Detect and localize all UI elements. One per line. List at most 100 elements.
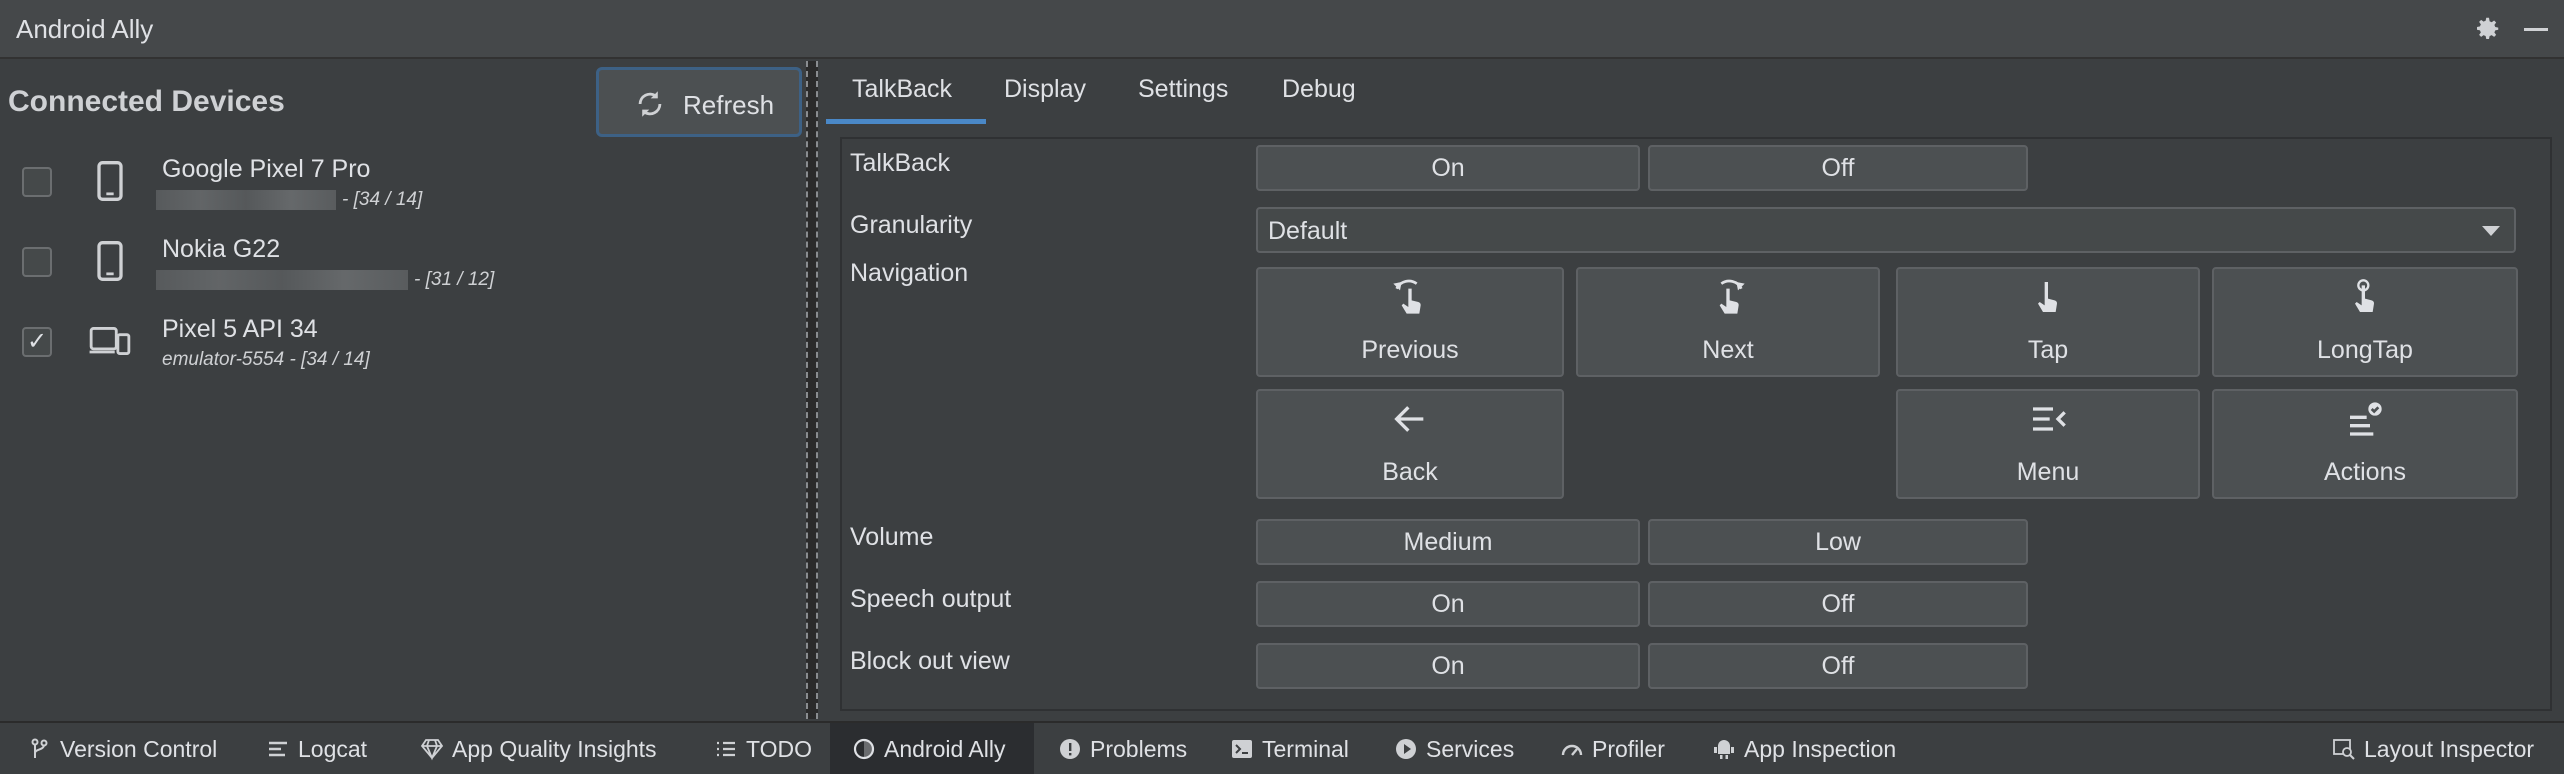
ally-icon bbox=[853, 738, 875, 760]
toolwindow-label: Profiler bbox=[1592, 736, 1665, 762]
granularity-select[interactable]: Default bbox=[1256, 207, 2516, 253]
device-api: - [34 / 14] bbox=[342, 189, 423, 210]
device-row[interactable]: Google Pixel 7 Pro - [34 / 14] bbox=[0, 149, 806, 219]
toolwindow-services[interactable]: Services bbox=[1394, 723, 1534, 774]
talkback-off-label: Off bbox=[1821, 154, 1855, 182]
gear-icon[interactable] bbox=[2472, 14, 2502, 44]
tap-label: Tap bbox=[2027, 336, 2069, 364]
toolwindow-app-inspection[interactable]: App Inspection bbox=[1712, 723, 1912, 774]
toolwindow-todo[interactable]: TODO bbox=[714, 723, 824, 774]
toolwindow-label: App Quality Insights bbox=[452, 736, 657, 762]
next-button[interactable]: Next bbox=[1576, 267, 1880, 377]
device-row[interactable]: ✓ Pixel 5 API 34 emulator-5554 - [34 / 1… bbox=[0, 309, 806, 379]
back-button[interactable]: Back bbox=[1256, 389, 1564, 499]
speech-on-button[interactable]: On bbox=[1256, 581, 1640, 627]
granularity-value: Default bbox=[1268, 217, 1348, 245]
talkback-off-button[interactable]: Off bbox=[1648, 145, 2028, 191]
volume-low-label: Low bbox=[1815, 528, 1861, 556]
tool-window-header: Android Ally bbox=[0, 0, 2564, 59]
block-on-button[interactable]: On bbox=[1256, 643, 1640, 689]
menu-label: Menu bbox=[2016, 458, 2080, 486]
list-icon bbox=[717, 741, 735, 757]
toolwindow-layout-inspector[interactable]: Layout Inspector bbox=[2332, 723, 2552, 774]
device-api: - [34 / 14] bbox=[289, 349, 370, 370]
device-api: - [31 / 12] bbox=[414, 269, 495, 290]
volume-medium-button[interactable]: Medium bbox=[1256, 519, 1640, 565]
swipe-right-icon bbox=[1719, 279, 1745, 314]
toolwindow-label: Version Control bbox=[60, 736, 218, 762]
redacted-serial bbox=[156, 189, 336, 210]
actions-label: Actions bbox=[2324, 458, 2406, 486]
tab-talkback[interactable]: TalkBack bbox=[852, 75, 952, 104]
tab-debug[interactable]: Debug bbox=[1282, 75, 1356, 104]
window-title: Android Ally bbox=[16, 14, 154, 44]
volume-medium-label: Medium bbox=[1403, 528, 1493, 556]
device-checkbox[interactable]: ✓ bbox=[22, 327, 52, 357]
connected-devices-heading: Connected Devices bbox=[8, 85, 285, 118]
navigation-label: Navigation bbox=[850, 259, 969, 287]
toolwindow-terminal[interactable]: Terminal bbox=[1230, 723, 1380, 774]
device-checkbox[interactable] bbox=[22, 167, 52, 197]
speech-off-label: Off bbox=[1821, 590, 1855, 618]
layout-inspector-icon bbox=[2333, 739, 2355, 760]
actions-icon bbox=[2350, 402, 2382, 436]
chevron-down-icon bbox=[2482, 226, 2500, 236]
toolwindow-problems[interactable]: Problems bbox=[1058, 723, 1208, 774]
granularity-label: Granularity bbox=[850, 211, 973, 239]
diamond-icon bbox=[420, 739, 444, 761]
toolwindow-profiler[interactable]: Profiler bbox=[1560, 723, 1690, 774]
device-serial-text: emulator-5554 bbox=[162, 349, 285, 370]
tap-button[interactable]: Tap bbox=[1896, 267, 2200, 377]
terminal-icon bbox=[1232, 740, 1252, 758]
device-name: Nokia G22 bbox=[162, 235, 281, 263]
toolwindow-label: Problems bbox=[1090, 736, 1188, 762]
device-checkbox[interactable] bbox=[22, 247, 52, 277]
active-tab-indicator bbox=[826, 119, 986, 124]
phone-icon bbox=[97, 161, 123, 201]
block-out-view-label: Block out view bbox=[850, 647, 1010, 675]
speech-off-button[interactable]: Off bbox=[1648, 581, 2028, 627]
speech-output-label: Speech output bbox=[850, 585, 1012, 613]
block-off-button[interactable]: Off bbox=[1648, 643, 2028, 689]
device-row[interactable]: Nokia G22 - [31 / 12] bbox=[0, 229, 806, 299]
minimize-icon[interactable] bbox=[2524, 28, 2548, 31]
device-name: Pixel 5 API 34 bbox=[162, 315, 318, 343]
phone-icon bbox=[97, 241, 123, 281]
problems-icon bbox=[1060, 739, 1080, 759]
volume-label: Volume bbox=[850, 523, 934, 551]
volume-low-button[interactable]: Low bbox=[1648, 519, 2028, 565]
toolwindow-version-control[interactable]: Version Control bbox=[28, 723, 228, 774]
toolwindow-app-quality-insights[interactable]: App Quality Insights bbox=[420, 723, 680, 774]
tab-display[interactable]: Display bbox=[1004, 75, 1086, 104]
talkback-on-button[interactable]: On bbox=[1256, 145, 1640, 191]
next-label: Next bbox=[1702, 336, 1754, 364]
device-serial: - [34 / 14] bbox=[156, 189, 422, 211]
block-on-label: On bbox=[1431, 652, 1465, 680]
toolwindow-logcat[interactable]: Logcat bbox=[266, 723, 376, 774]
block-off-label: Off bbox=[1821, 652, 1855, 680]
refresh-icon bbox=[638, 91, 662, 117]
arrow-left-icon bbox=[1394, 406, 1424, 432]
toolwindow-label: Terminal bbox=[1262, 736, 1349, 762]
speech-on-label: On bbox=[1431, 590, 1465, 618]
menu-button[interactable]: Menu bbox=[1896, 389, 2200, 499]
toolwindow-android-ally[interactable]: Android Ally bbox=[830, 723, 1034, 774]
toolwindow-label: Android Ally bbox=[884, 736, 1006, 762]
refresh-button[interactable]: Refresh bbox=[596, 67, 802, 137]
tab-settings[interactable]: Settings bbox=[1138, 75, 1228, 104]
logcat-icon bbox=[269, 741, 287, 757]
talkback-content: TalkBack On Off Granularity Default Navi… bbox=[840, 137, 2552, 711]
previous-label: Previous bbox=[1361, 336, 1459, 364]
toolwindow-label: Layout Inspector bbox=[2364, 736, 2535, 762]
talkback-label: TalkBack bbox=[850, 149, 951, 177]
longtap-button[interactable]: LongTap bbox=[2212, 267, 2518, 377]
checkmark-icon: ✓ bbox=[27, 328, 48, 355]
talkback-on-label: On bbox=[1431, 154, 1465, 182]
play-icon bbox=[1396, 739, 1416, 759]
redacted-serial bbox=[156, 269, 408, 290]
toolwindow-label: App Inspection bbox=[1744, 736, 1897, 762]
previous-button[interactable]: Previous bbox=[1256, 267, 1564, 377]
device-serial: - [31 / 12] bbox=[156, 269, 494, 291]
actions-button[interactable]: Actions bbox=[2212, 389, 2518, 499]
panel-splitter[interactable] bbox=[806, 61, 818, 719]
